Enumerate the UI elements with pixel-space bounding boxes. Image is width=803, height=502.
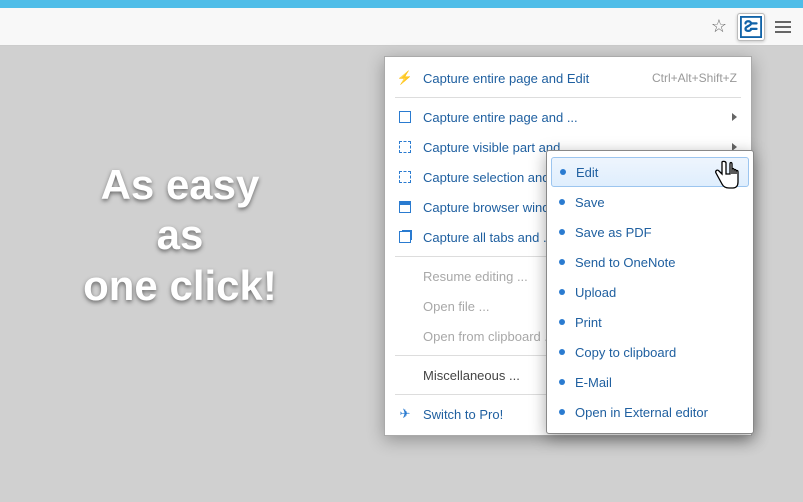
submenu-edit[interactable]: Edit [551, 157, 749, 187]
submenu-save[interactable]: Save [547, 187, 753, 217]
tabs-icon [397, 229, 413, 245]
submenu-capture-visible: Edit Save Save as PDF Send to OneNote Up… [546, 150, 754, 434]
blank-icon [397, 298, 413, 314]
bullet-icon [559, 409, 565, 415]
menu-capture-entire-page[interactable]: Capture entire page and ... [385, 102, 751, 132]
tagline-line1: As easy [40, 160, 320, 210]
rocket-icon: ✈ [397, 406, 413, 422]
submenu-label: Edit [576, 165, 598, 180]
bullet-icon [559, 259, 565, 265]
submenu-label: Print [575, 315, 602, 330]
chrome-accent-bar [0, 0, 803, 8]
submenu-label: Upload [575, 285, 616, 300]
menu-capture-entire-edit[interactable]: ⚡ Capture entire page and Edit Ctrl+Alt+… [385, 63, 751, 93]
bullet-icon [559, 229, 565, 235]
submenu-label: Save as PDF [575, 225, 652, 240]
submenu-external-editor[interactable]: Open in External editor [547, 397, 753, 427]
bullet-icon [559, 349, 565, 355]
blank-icon [397, 268, 413, 284]
bullet-icon [559, 289, 565, 295]
submenu-email[interactable]: E-Mail [547, 367, 753, 397]
window-icon [397, 199, 413, 215]
submenu-arrow-icon [732, 113, 737, 121]
chrome-menu-icon[interactable] [769, 13, 797, 41]
bullet-icon [559, 379, 565, 385]
submenu-label: E-Mail [575, 375, 612, 390]
menu-separator [395, 97, 741, 98]
submenu-upload[interactable]: Upload [547, 277, 753, 307]
blank-icon [397, 367, 413, 383]
tagline-line3: one click! [40, 261, 320, 311]
submenu-label: Send to OneNote [575, 255, 675, 270]
submenu-label: Save [575, 195, 605, 210]
submenu-copy-clipboard[interactable]: Copy to clipboard [547, 337, 753, 367]
submenu-label: Open in External editor [575, 405, 708, 420]
promo-tagline: As easy as one click! [40, 160, 320, 311]
bookmark-star-icon[interactable]: ☆ [705, 13, 733, 41]
menu-label: Capture entire page and ... [423, 110, 722, 125]
bullet-icon [559, 319, 565, 325]
page-icon [397, 109, 413, 125]
snagit-s-icon [740, 16, 762, 38]
browser-toolbar: ☆ [0, 8, 803, 46]
blank-icon [397, 328, 413, 344]
menu-shortcut: Ctrl+Alt+Shift+Z [652, 71, 737, 85]
tagline-line2: as [40, 210, 320, 260]
submenu-save-pdf[interactable]: Save as PDF [547, 217, 753, 247]
bullet-icon [559, 199, 565, 205]
extension-icon[interactable] [737, 13, 765, 41]
menu-label: Capture entire page and Edit [423, 71, 642, 86]
bullet-icon [560, 169, 566, 175]
lightning-icon: ⚡ [397, 70, 413, 86]
selection-icon [397, 169, 413, 185]
page-icon [397, 139, 413, 155]
submenu-print[interactable]: Print [547, 307, 753, 337]
submenu-label: Copy to clipboard [575, 345, 676, 360]
submenu-send-onenote[interactable]: Send to OneNote [547, 247, 753, 277]
